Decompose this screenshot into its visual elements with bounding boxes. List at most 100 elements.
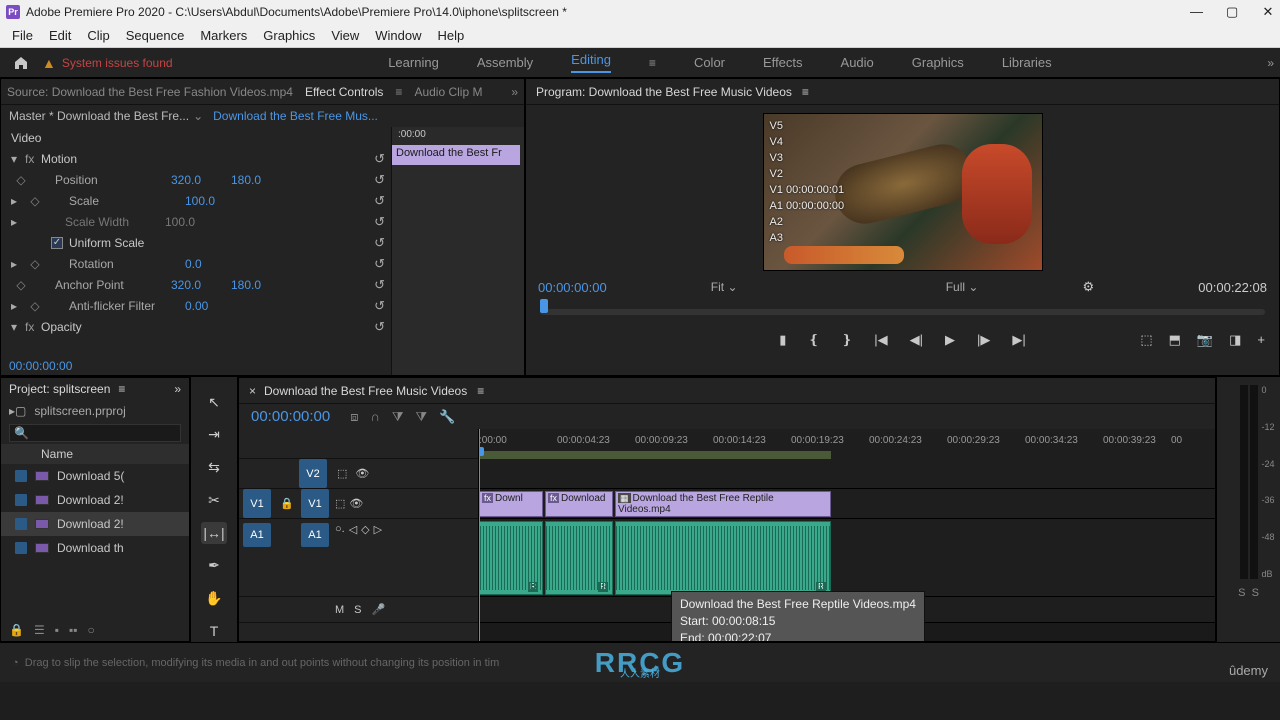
scale-value[interactable]: 100.0 xyxy=(185,194,245,208)
reset-icon[interactable]: ↺ xyxy=(374,298,385,314)
tab-overflow-icon[interactable]: » xyxy=(511,85,518,99)
timeline-audio-clip[interactable]: R xyxy=(615,521,831,595)
playhead-icon[interactable] xyxy=(540,299,548,313)
reset-icon[interactable]: ↺ xyxy=(374,235,385,251)
track-v1-label[interactable]: V1 xyxy=(301,489,329,518)
project-item[interactable]: Download 2! xyxy=(1,488,189,512)
ec-clip-label[interactable]: Download the Best Free Mus... xyxy=(213,109,378,123)
uniform-scale-checkbox[interactable] xyxy=(51,237,63,249)
fx-badge[interactable]: fx xyxy=(25,320,41,334)
track-output-icon[interactable]: ⬚ xyxy=(337,467,347,480)
hand-tool-icon[interactable]: ✋ xyxy=(201,587,227,610)
razor-tool-icon[interactable]: ✂ xyxy=(201,489,227,512)
mark-in-icon[interactable]: ▮ xyxy=(779,332,786,348)
workspace-learning[interactable]: Learning xyxy=(388,55,439,70)
menu-help[interactable]: Help xyxy=(430,24,473,47)
track-v2-label[interactable]: V2 xyxy=(299,459,327,488)
project-item[interactable]: Download 5( xyxy=(1,464,189,488)
project-item[interactable]: Download th xyxy=(1,536,189,560)
mark-out-point-icon[interactable]: ❵ xyxy=(841,332,852,348)
step-forward-icon[interactable]: |▶ xyxy=(977,332,990,348)
track-keyframe-icon[interactable]: ○. xyxy=(335,523,345,535)
tab-menu-icon[interactable]: ≡ xyxy=(395,85,402,99)
menu-file[interactable]: File xyxy=(4,24,41,47)
mark-in-point-icon[interactable]: ❴ xyxy=(808,332,819,348)
minimize-button[interactable]: — xyxy=(1190,4,1202,20)
position-x[interactable]: 320.0 xyxy=(171,173,231,187)
workspace-audio[interactable]: Audio xyxy=(841,55,874,70)
tab-effect-controls[interactable]: Effect Controls xyxy=(305,85,383,99)
motion-label[interactable]: Motion xyxy=(41,152,181,166)
twirl-icon[interactable]: ▸ xyxy=(11,299,25,313)
timeline-ruler[interactable]: :00:00 00:00:04:23 00:00:09:23 00:00:14:… xyxy=(479,429,1215,459)
chevron-down-icon[interactable]: ⌄ xyxy=(193,109,203,123)
play-icon[interactable]: ▶ xyxy=(945,332,955,348)
keyframe-icon[interactable]: ◇ xyxy=(11,278,31,292)
step-back-icon[interactable]: ◀| xyxy=(910,332,923,348)
add-button-icon[interactable]: + xyxy=(1257,332,1265,348)
timeline-timecode[interactable]: 00:00:00:00 xyxy=(251,408,330,425)
program-timecode-in[interactable]: 00:00:00:00 xyxy=(538,280,607,295)
track-visibility-icon[interactable]: 👁 xyxy=(349,497,363,510)
marker-add-icon[interactable]: ⧩ xyxy=(415,409,427,425)
project-column-name[interactable]: Name xyxy=(1,444,189,464)
workspace-color[interactable]: Color xyxy=(694,55,725,70)
track-output-icon[interactable]: ⬚ xyxy=(335,497,345,510)
resolution-select[interactable]: Full ⌄ xyxy=(946,280,979,294)
twirl-icon[interactable]: ▸ xyxy=(11,215,25,229)
zoom-fit-select[interactable]: Fit ⌄ xyxy=(711,280,738,294)
system-warning[interactable]: ▲ System issues found xyxy=(42,55,173,71)
position-y[interactable]: 180.0 xyxy=(231,173,291,187)
tab-menu-icon[interactable]: ≡ xyxy=(802,85,809,99)
opacity-label[interactable]: Opacity xyxy=(41,320,181,334)
solo-right-button[interactable]: S xyxy=(1252,587,1259,599)
workspace-graphics[interactable]: Graphics xyxy=(912,55,964,70)
timeline-clip[interactable]: fxDownl xyxy=(479,491,543,517)
timeline-playhead[interactable] xyxy=(479,429,480,641)
project-search-input[interactable]: 🔍 xyxy=(9,424,181,442)
track-v2-lane[interactable] xyxy=(479,459,1215,489)
anchor-y[interactable]: 180.0 xyxy=(231,278,291,292)
timeline-tracks-area[interactable]: :00:00 00:00:04:23 00:00:09:23 00:00:14:… xyxy=(479,429,1215,641)
twirl-icon[interactable]: ▾ xyxy=(11,152,25,166)
track-visibility-icon[interactable]: 👁 xyxy=(355,467,369,480)
effect-controls-timeline[interactable]: :00:00 Download the Best Fr xyxy=(391,127,524,375)
workspace-overflow-icon[interactable]: » xyxy=(1267,56,1274,70)
tab-menu-icon[interactable]: ≡ xyxy=(118,382,125,396)
source-v1-label[interactable]: V1 xyxy=(243,489,271,518)
tab-program[interactable]: Program: Download the Best Free Music Vi… xyxy=(536,85,792,99)
rotation-value[interactable]: 0.0 xyxy=(185,257,245,271)
menu-edit[interactable]: Edit xyxy=(41,24,79,47)
menu-markers[interactable]: Markers xyxy=(192,24,255,47)
source-a1-label[interactable]: A1 xyxy=(243,523,271,547)
home-icon[interactable] xyxy=(6,55,36,71)
tab-menu-icon[interactable]: ≡ xyxy=(477,384,484,398)
timeline-clip[interactable]: ▦Download the Best Free Reptile Videos.m… xyxy=(615,491,831,517)
program-video[interactable]: V5V4V3V2V1 00:00:00:01A1 00:00:00:00A2A3 xyxy=(763,113,1043,271)
reset-icon[interactable]: ↺ xyxy=(374,151,385,167)
reset-icon[interactable]: ↺ xyxy=(374,172,385,188)
menu-view[interactable]: View xyxy=(323,24,367,47)
selection-tool-icon[interactable]: ↖ xyxy=(201,391,227,414)
program-scrubber[interactable] xyxy=(526,299,1279,323)
lock-icon[interactable]: 🔒 xyxy=(277,497,297,510)
track-v1-lane[interactable]: fxDownl fxDownload ▦Download the Best Fr… xyxy=(479,489,1215,519)
keyframe-icon[interactable]: ◇ xyxy=(25,299,45,313)
workspace-assembly[interactable]: Assembly xyxy=(477,55,533,70)
ec-clip-bar[interactable]: Download the Best Fr xyxy=(392,145,520,165)
track-a1-lane[interactable]: R R R Download the Best Free Reptile Vid… xyxy=(479,519,1215,597)
track-mute-button[interactable]: M xyxy=(335,604,344,616)
track-a1-label[interactable]: A1 xyxy=(301,523,329,547)
type-tool-icon[interactable]: T xyxy=(201,619,227,642)
twirl-icon[interactable]: ▸ xyxy=(11,257,25,271)
marker-icon[interactable]: ⧩ xyxy=(392,409,404,425)
menu-clip[interactable]: Clip xyxy=(79,24,117,47)
pen-tool-icon[interactable]: ✒ xyxy=(201,554,227,577)
solo-left-button[interactable]: S xyxy=(1238,587,1245,599)
snap-icon[interactable]: ⧈ xyxy=(350,409,358,425)
menu-sequence[interactable]: Sequence xyxy=(118,24,193,47)
project-item[interactable]: Download 2! xyxy=(1,512,189,536)
ec-timecode[interactable]: 00:00:00:00 xyxy=(9,359,72,373)
linked-selection-icon[interactable]: ∩ xyxy=(371,409,380,425)
freeform-view-icon[interactable]: ▪▪ xyxy=(69,623,78,637)
